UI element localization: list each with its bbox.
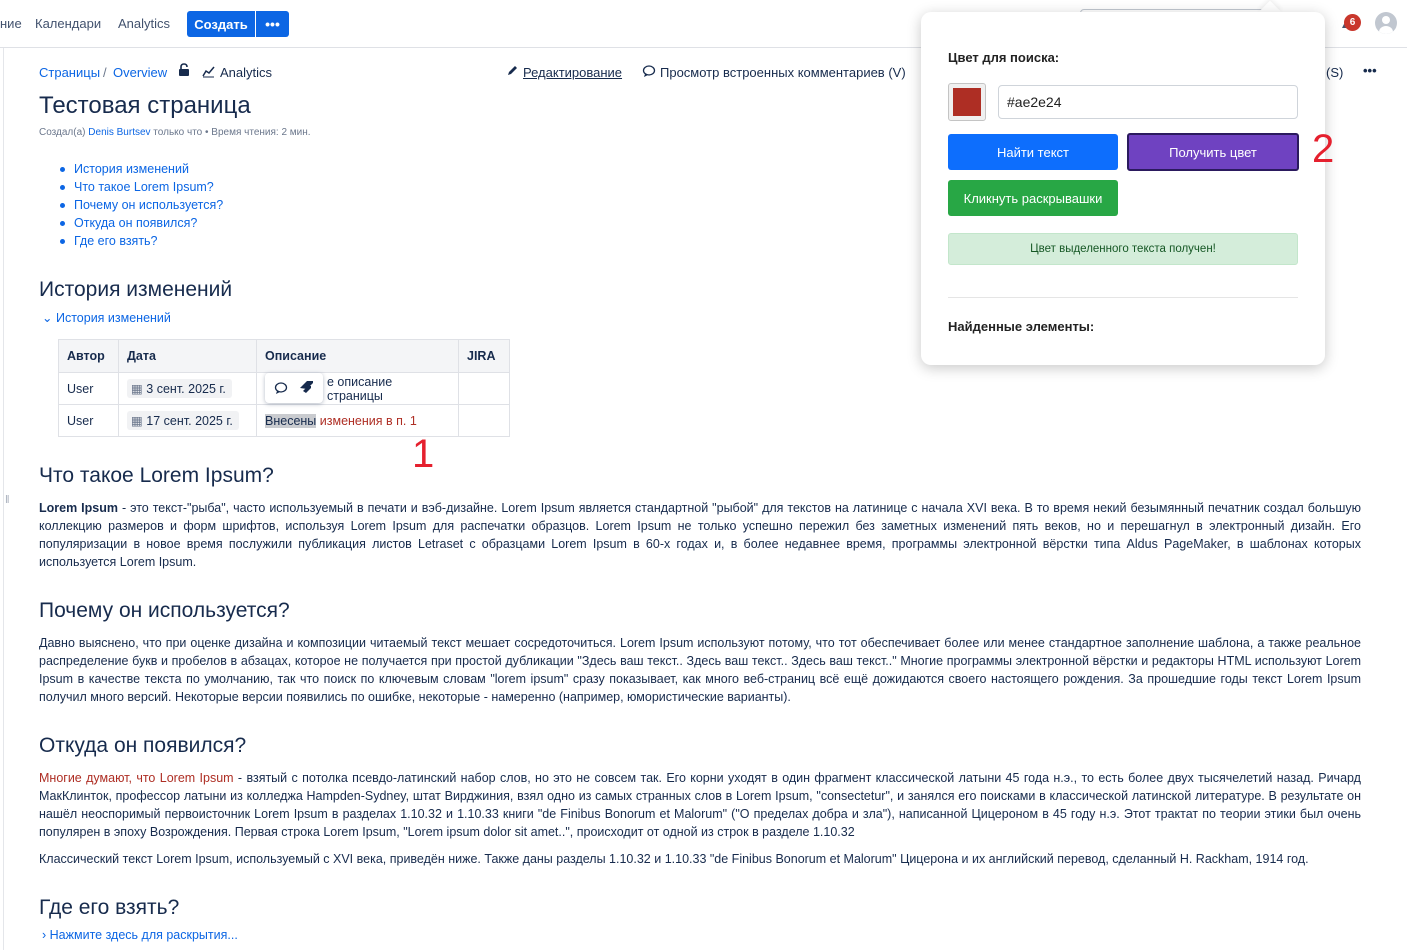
create-button[interactable]: Создать	[187, 11, 255, 37]
color-search-popup: Цвет для поиска: Найти текст Получить цв…	[921, 12, 1325, 365]
color-label: Цвет для поиска:	[948, 50, 1060, 65]
selected-text: Внесены	[265, 413, 317, 428]
unlock-icon[interactable]	[178, 63, 190, 80]
column-header: Автор	[58, 339, 119, 373]
bold-term: Lorem Ipsum	[39, 501, 118, 515]
jira-issue-icon[interactable]	[299, 380, 314, 400]
toc-item[interactable]: Где его взять?	[58, 232, 223, 250]
column-header: Дата	[118, 339, 257, 373]
find-text-button[interactable]: Найти текст	[948, 134, 1118, 170]
analytics-icon	[202, 65, 215, 81]
toc-item[interactable]: Что такое Lorem Ipsum?	[58, 178, 223, 196]
nav-item-analytics[interactable]: Analytics	[118, 16, 170, 31]
sidebar-divider	[3, 48, 4, 950]
cell-jira	[458, 404, 510, 437]
annotation-marker-1: 1	[412, 432, 435, 476]
calendar-icon: ▦	[131, 414, 147, 428]
meta-author-link[interactable]: Denis Burtsev	[88, 127, 150, 138]
notification-count-badge: 6	[1344, 14, 1361, 31]
chevron-right-icon: ›	[42, 928, 47, 942]
page-title: Тестовая страница	[39, 92, 251, 119]
heading-history: История изменений	[39, 278, 233, 301]
analytics-link[interactable]: Analytics	[220, 65, 272, 80]
column-header: JIRA	[458, 339, 510, 373]
color-hex-input[interactable]	[998, 85, 1298, 119]
page-meta: Создал(а) Denis Burtsev только что • Вре…	[39, 127, 311, 138]
where-expand-label: Нажмите здесь для раскрытия...	[49, 928, 238, 942]
date-value: 17 сент. 2025 г.	[146, 414, 233, 428]
paragraph-text: - это текст-"рыба", часто используемый в…	[39, 501, 1361, 569]
meta-suffix: только что • Время чтения: 2 мин.	[150, 127, 311, 138]
sidebar-resize-handle-icon[interactable]: ‖	[5, 494, 10, 506]
date-value: 3 сент. 2025 г.	[146, 382, 226, 396]
nav-item-calendars[interactable]: Календари	[35, 16, 101, 31]
create-more-button[interactable]: •••	[256, 11, 289, 37]
click-expanders-button[interactable]: Кликнуть раскрывашки	[948, 180, 1118, 216]
paragraph-lorem: Lorem Ipsum - это текст-"рыба", часто ис…	[39, 499, 1361, 571]
table-header-row: Автор Дата Описание JIRA	[58, 339, 510, 373]
where-expand-toggle[interactable]: › Нажмите здесь для раскрытия...	[42, 928, 238, 942]
color-picker[interactable]	[948, 83, 986, 121]
paragraph-why: Давно выяснено, что при оценке дизайна и…	[39, 636, 1361, 704]
cell-author: User	[58, 372, 119, 405]
history-expand-label: История изменений	[55, 311, 171, 325]
meta-prefix: Создал(а)	[39, 127, 89, 138]
history-expand-toggle[interactable]: ⌄ История изменений	[42, 310, 171, 325]
get-color-button[interactable]: Получить цвет	[1127, 133, 1299, 171]
chevron-down-icon: ⌄	[42, 311, 53, 325]
breadcrumb-pages[interactable]: Страницы	[39, 65, 100, 80]
nav-item-partial[interactable]: ние	[0, 16, 22, 31]
toc-item[interactable]: Откуда он появился?	[58, 214, 223, 232]
edit-button[interactable]: Редактирование	[523, 65, 622, 80]
table-of-contents: История изменений Что такое Lorem Ipsum?…	[58, 160, 223, 250]
page-more-button[interactable]: •••	[1363, 63, 1377, 78]
heading-origin: Откуда он появился?	[39, 734, 247, 757]
color-swatch	[953, 88, 981, 116]
pencil-icon	[506, 64, 519, 80]
red-text: изменения в п. 1	[316, 413, 417, 428]
paragraph-classic: Классический текст Lorem Ipsum, использу…	[39, 852, 1309, 866]
calendar-icon: ▦	[131, 382, 147, 396]
divider	[948, 297, 1298, 298]
avatar[interactable]	[1375, 12, 1397, 34]
paragraph-origin: Многие думают, что Lorem Ipsum - взятый …	[39, 769, 1361, 841]
inline-comment-toolbar	[265, 373, 323, 403]
heading-what-is-lorem: Что такое Lorem Ipsum?	[39, 464, 274, 487]
status-message: Цвет выделенного текста получен!	[948, 233, 1298, 265]
heading-why-used: Почему он используется?	[39, 599, 290, 622]
add-comment-icon[interactable]	[274, 381, 288, 400]
table-row: User ▦ 17 сент. 2025 г. Внесены изменени…	[58, 404, 510, 437]
found-elements-label: Найденные элементы:	[948, 319, 1095, 334]
breadcrumb-separator: /	[103, 65, 107, 80]
paragraph-text: - взятый с потолка псевдо-латинский набо…	[39, 771, 1361, 839]
breadcrumb-overview[interactable]: Overview	[113, 65, 167, 80]
view-inline-comments-button[interactable]: Просмотр встроенных комментариев (V)	[660, 65, 906, 80]
column-header: Описание	[256, 339, 459, 373]
cell-date: ▦ 17 сент. 2025 г.	[118, 404, 257, 437]
date-chip[interactable]: ▦ 3 сент. 2025 г.	[127, 379, 232, 398]
heading-where: Где его взять?	[39, 896, 180, 919]
comment-icon	[642, 64, 656, 81]
cell-date: ▦ 3 сент. 2025 г.	[118, 372, 257, 405]
toc-item[interactable]: Почему он используется?	[58, 196, 223, 214]
toc-item[interactable]: История изменений	[58, 160, 223, 178]
cell-author: User	[58, 404, 119, 437]
shortcut-hint: (S)	[1326, 65, 1344, 80]
annotation-marker-2: 2	[1312, 127, 1335, 171]
date-chip[interactable]: ▦ 17 сент. 2025 г.	[127, 411, 239, 430]
red-text: Многие думают, что Lorem Ipsum	[39, 771, 234, 785]
cell-jira	[458, 372, 510, 405]
